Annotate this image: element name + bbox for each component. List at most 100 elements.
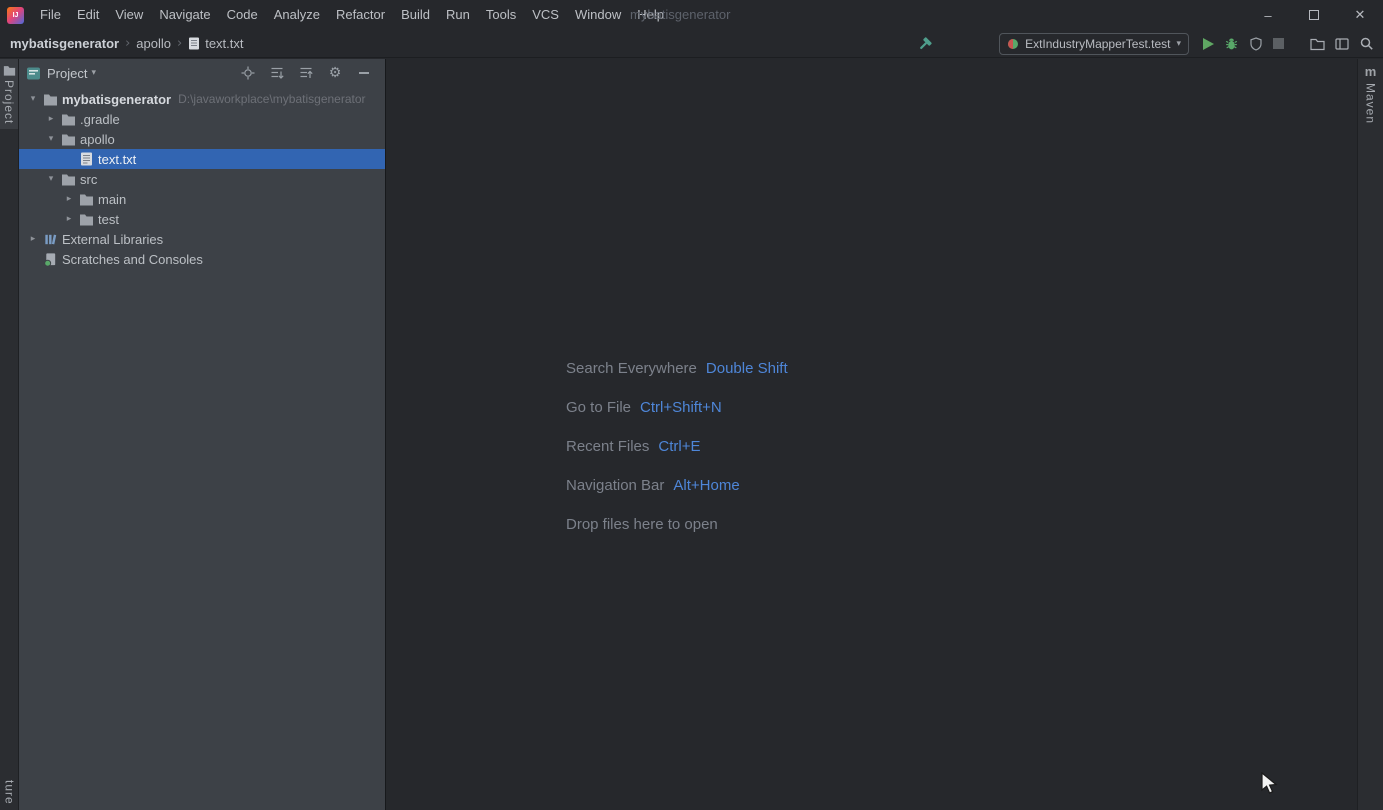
tree-item-label: test: [98, 211, 119, 227]
project-view-icon: [26, 66, 41, 81]
text-file-icon: [188, 37, 200, 50]
chevron-down-icon[interactable]: ▾: [91, 68, 96, 78]
intellij-logo-icon: IJ: [7, 6, 24, 24]
tree-item-text-txt[interactable]: text.txt: [19, 149, 385, 169]
menu-code[interactable]: Code: [219, 0, 266, 30]
folder-tool-icon[interactable]: [1310, 37, 1325, 51]
shortcut-keys: Double Shift: [705, 360, 788, 377]
menu-analyze[interactable]: Analyze: [266, 0, 328, 30]
breadcrumb-separator-icon: ›: [177, 36, 183, 51]
title-bar: IJ File Edit View Navigate Code Analyze …: [0, 0, 1383, 30]
search-icon[interactable]: [1359, 36, 1374, 51]
build-hammer-icon[interactable]: [917, 36, 933, 52]
tree-item-test[interactable]: ▸ test: [19, 209, 385, 229]
chevron-down-icon[interactable]: ▾: [43, 174, 59, 184]
tree-item-label: .gradle: [80, 111, 120, 127]
menu-window[interactable]: Window: [567, 0, 629, 30]
shortcut-label: Search Everywhere: [566, 360, 697, 377]
tree-item-external-libraries[interactable]: ▸ External Libraries: [19, 229, 385, 249]
run-configuration-icon: [1007, 38, 1019, 50]
chevron-down-icon[interactable]: ▾: [25, 94, 41, 104]
text-file-icon: [77, 152, 95, 166]
tree-item-mybatisgenerator[interactable]: ▾ mybatisgenerator D:\javaworkplace\myba…: [19, 89, 385, 109]
tree-item-label: main: [98, 191, 127, 207]
mouse-cursor-icon: [1260, 772, 1282, 796]
folder-icon: [59, 133, 77, 146]
breadcrumb-apollo[interactable]: apollo: [136, 36, 171, 51]
structure-toolwindow-tab[interactable]: ture: [0, 775, 19, 810]
folder-icon: [59, 113, 77, 126]
layout-icon[interactable]: [1335, 37, 1349, 51]
project-tab-label: Project: [2, 80, 16, 125]
chevron-right-icon[interactable]: ▸: [25, 234, 41, 244]
folder-icon: [3, 66, 15, 76]
shortcut-recent-files: Recent Files Ctrl+E: [566, 436, 788, 457]
scratches-icon: [41, 252, 59, 267]
maven-toolwindow-tab[interactable]: m Maven: [1358, 59, 1383, 129]
folder-icon: [77, 213, 95, 226]
project-panel-toolbar: ⚙: [240, 65, 378, 81]
tree-item-apollo[interactable]: ▾ apollo: [19, 129, 385, 149]
tree-item-label: Scratches and Consoles: [62, 251, 203, 267]
maximize-button[interactable]: [1291, 0, 1337, 30]
tree-item-label: mybatisgenerator: [62, 91, 172, 107]
tree-item-label: apollo: [80, 131, 115, 147]
run-button[interactable]: [1203, 37, 1214, 50]
collapse-all-icon[interactable]: [298, 65, 314, 81]
window-controls: – ✕: [1245, 0, 1383, 30]
drop-files-hint: Drop files here to open: [566, 514, 788, 535]
run-configuration-select[interactable]: ExtIndustryMapperTest.test ▾: [999, 32, 1189, 55]
breadcrumb-file[interactable]: text.txt: [205, 36, 243, 51]
structure-tab-label: ture: [2, 780, 17, 805]
maximize-icon: [1309, 10, 1319, 20]
coverage-button[interactable]: [1249, 36, 1263, 51]
project-folder-icon: [41, 93, 59, 106]
editor-area[interactable]: Search Everywhere Double Shift Go to Fil…: [387, 59, 1356, 810]
tree-item-path: D:\javaworkplace\mybatisgenerator: [178, 92, 366, 106]
shortcut-label: Recent Files: [566, 438, 650, 455]
tree-item-main[interactable]: ▸ main: [19, 189, 385, 209]
project-panel-title[interactable]: Project: [47, 66, 87, 81]
menu-build[interactable]: Build: [393, 0, 438, 30]
shortcut-keys: Alt+Home: [673, 477, 740, 494]
chevron-right-icon[interactable]: ▸: [61, 214, 77, 224]
menu-edit[interactable]: Edit: [69, 0, 107, 30]
chevron-down-icon[interactable]: ▾: [43, 134, 59, 144]
right-toolwindow-stripe: m Maven: [1357, 59, 1383, 810]
shortcut-search-everywhere: Search Everywhere Double Shift: [566, 358, 788, 379]
menu-tools[interactable]: Tools: [478, 0, 524, 30]
tree-item-src[interactable]: ▾ src: [19, 169, 385, 189]
chevron-right-icon[interactable]: ▸: [43, 114, 59, 124]
editor-shortcut-hints: Search Everywhere Double Shift Go to Fil…: [566, 358, 788, 553]
breadcrumb: mybatisgenerator › apollo › text.txt: [10, 36, 244, 51]
minimize-button[interactable]: –: [1245, 0, 1291, 30]
breadcrumb-project[interactable]: mybatisgenerator: [10, 36, 119, 51]
project-toolwindow-tab[interactable]: Project: [0, 59, 18, 130]
tree-item-label: text.txt: [98, 151, 137, 167]
maven-logo-icon: m: [1364, 64, 1377, 79]
menu-run[interactable]: Run: [438, 0, 478, 30]
shortcut-keys: Ctrl+E: [658, 438, 701, 455]
debug-button[interactable]: [1224, 36, 1239, 51]
expand-all-icon[interactable]: [269, 65, 285, 81]
locate-file-icon[interactable]: [240, 65, 256, 81]
menu-refactor[interactable]: Refactor: [328, 0, 393, 30]
breadcrumb-separator-icon: ›: [125, 36, 131, 51]
drop-hint-label: Drop files here to open: [566, 516, 718, 533]
close-button[interactable]: ✕: [1337, 0, 1383, 30]
stop-button[interactable]: [1273, 38, 1284, 49]
gear-icon[interactable]: ⚙: [327, 65, 343, 81]
menu-view[interactable]: View: [107, 0, 151, 30]
window-title: mybatisgenerator: [630, 7, 731, 22]
menu-navigate[interactable]: Navigate: [151, 0, 218, 30]
tree-item-gradle[interactable]: ▸ .gradle: [19, 109, 385, 129]
menu-file[interactable]: File: [32, 0, 69, 30]
menu-vcs[interactable]: VCS: [524, 0, 567, 30]
shortcut-navigation-bar: Navigation Bar Alt+Home: [566, 475, 788, 496]
left-toolwindow-stripe: Project ture: [0, 59, 19, 810]
navigation-bar: mybatisgenerator › apollo › text.txt Ext…: [0, 30, 1383, 58]
chevron-right-icon[interactable]: ▸: [61, 194, 77, 204]
project-tool-window: Project ▾ ⚙ ▾ mybatisgenerator D:\javawo…: [19, 59, 386, 810]
hide-panel-icon[interactable]: [356, 65, 372, 81]
tree-item-scratches[interactable]: Scratches and Consoles: [19, 249, 385, 269]
